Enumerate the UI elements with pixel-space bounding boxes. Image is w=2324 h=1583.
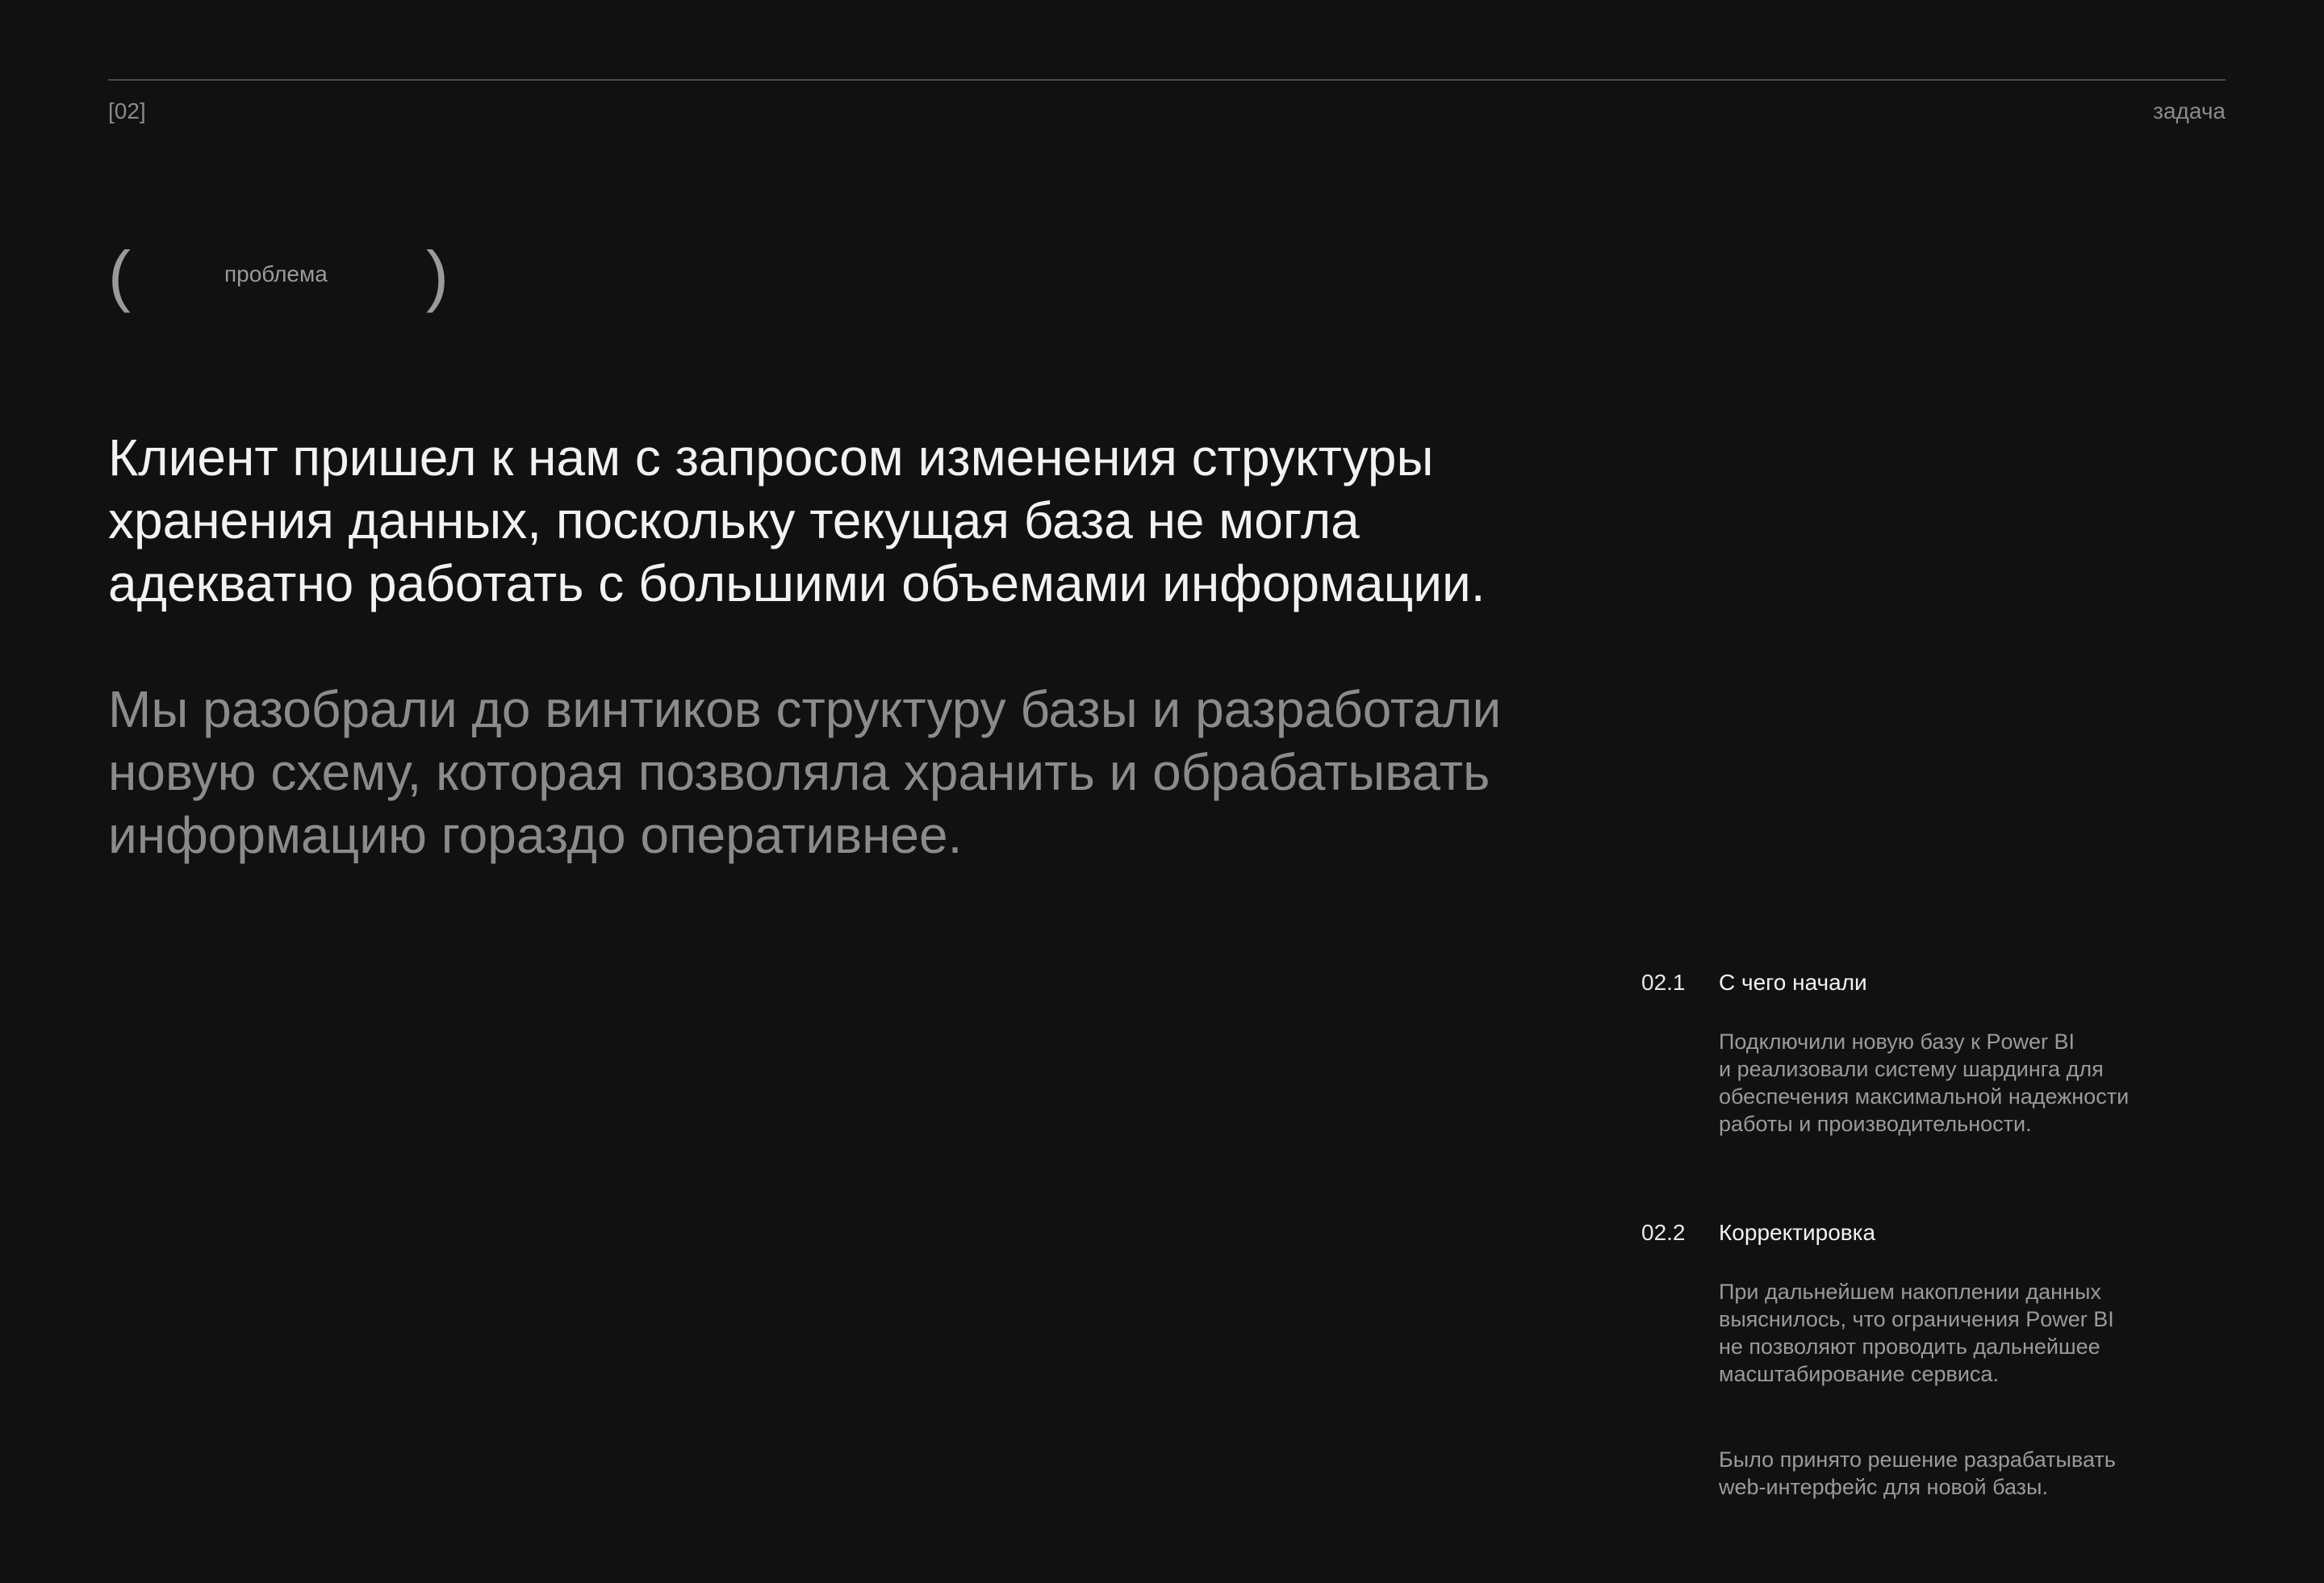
secondary-paragraph: Мы разобрали до винтиков структуру базы … — [108, 680, 1502, 864]
step-conclusion: Было принято решение разрабатывать web-и… — [1719, 1447, 2116, 1499]
step-title: С чего начали — [1719, 970, 1867, 995]
header-divider — [108, 79, 2226, 81]
step-title: Корректировка — [1719, 1220, 1876, 1245]
step-description: Подключили новую базу к Power BI и реали… — [1719, 1030, 2130, 1136]
lead-paragraph: Клиент пришел к нам с запросом изменения… — [108, 428, 1486, 612]
close-parenthesis: ) — [426, 237, 449, 313]
section-title: задача — [2153, 98, 2226, 123]
tag-label: проблема — [224, 261, 328, 286]
step-description: При дальнейшем накоплении данных выяснил… — [1719, 1280, 2114, 1386]
problem-tag: ( проблема ) — [108, 239, 455, 311]
open-parenthesis: ( — [108, 237, 131, 313]
step-number: 02.1 — [1641, 970, 1686, 995]
step-number: 02.2 — [1641, 1220, 1686, 1245]
section-number: [02] — [108, 98, 146, 123]
